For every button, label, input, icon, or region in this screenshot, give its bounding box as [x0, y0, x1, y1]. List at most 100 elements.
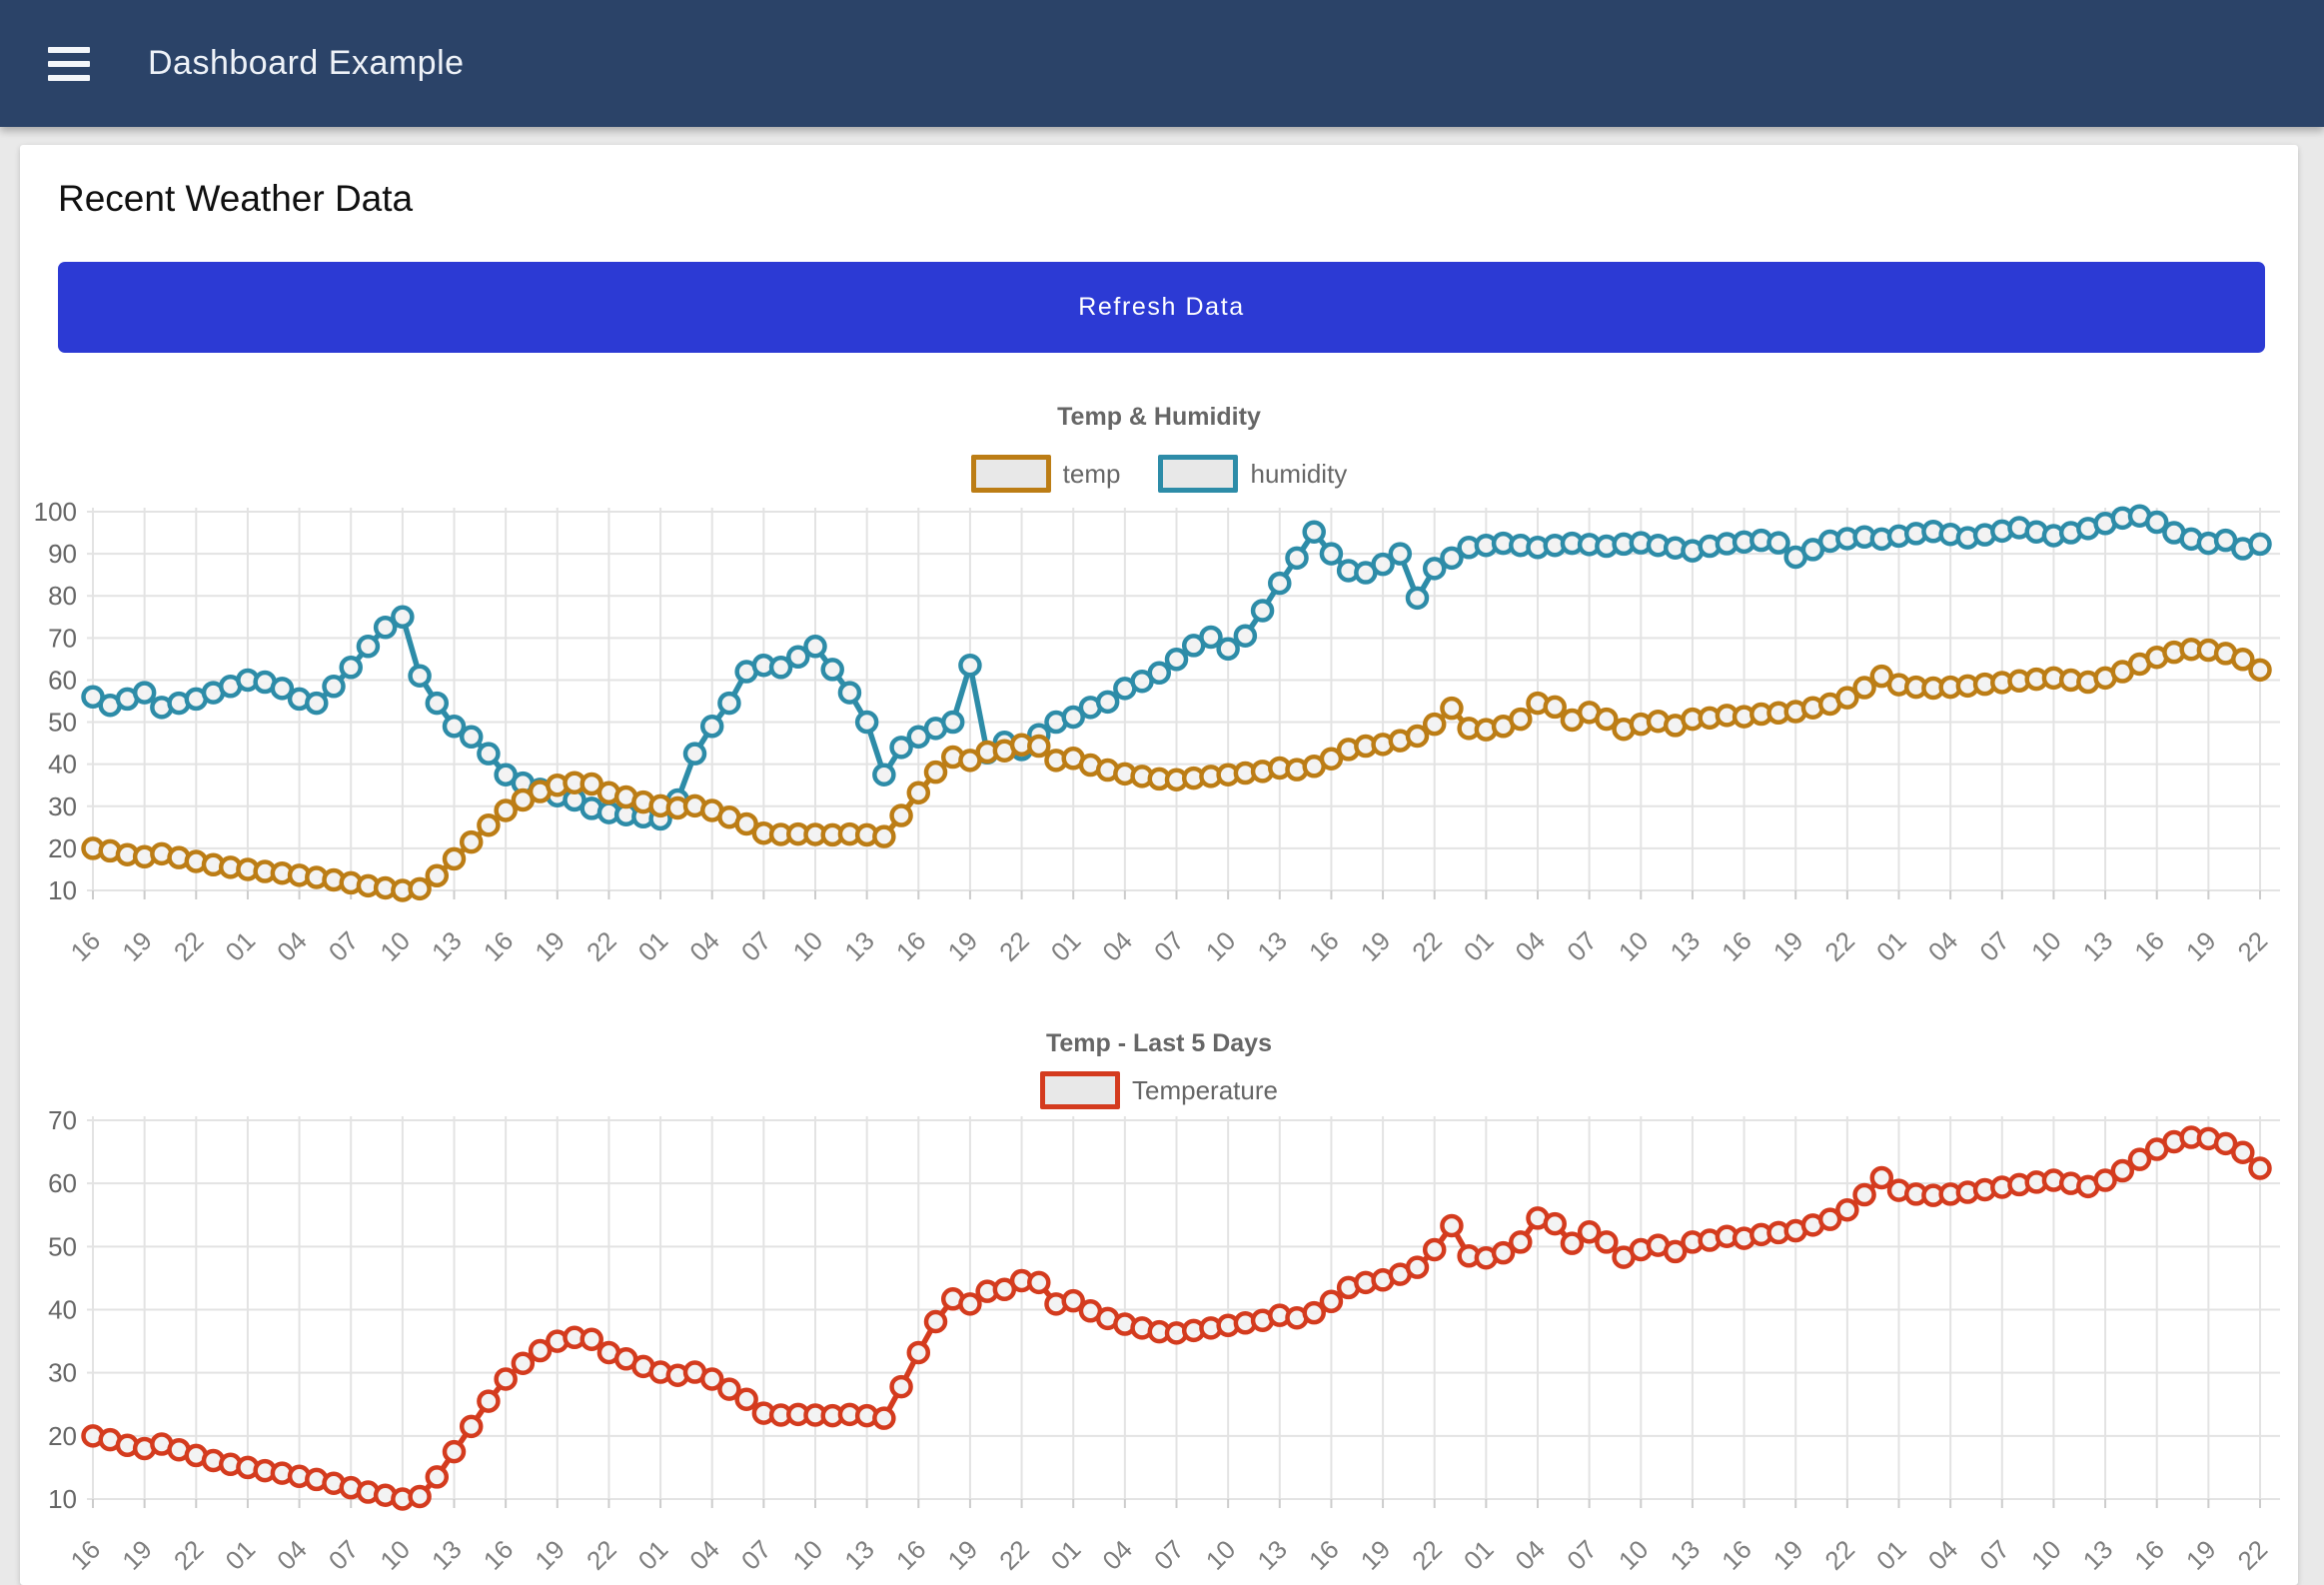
data-point-marker [857, 713, 876, 732]
x-tick-label: 13 [2077, 1534, 2119, 1576]
data-point-marker [1305, 523, 1324, 542]
x-tick-label: 22 [1406, 925, 1448, 967]
y-tick-label: 50 [48, 1231, 77, 1261]
data-point-marker [514, 1354, 533, 1373]
x-tick-label: 13 [838, 925, 880, 967]
data-point-marker [892, 1377, 911, 1396]
data-point-marker [1442, 1216, 1461, 1235]
x-tick-label: 16 [1716, 925, 1757, 967]
x-tick-label: 16 [890, 925, 932, 967]
x-tick-label: 19 [1767, 925, 1809, 967]
data-point-marker [1236, 627, 1255, 646]
legend-label: temp [1063, 459, 1121, 490]
x-tick-label: 13 [1665, 1534, 1707, 1576]
x-tick-label: 22 [168, 1534, 210, 1576]
data-point-marker [1546, 698, 1565, 717]
data-point-marker [1425, 715, 1444, 734]
chart1-title: Temp & Humidity [20, 403, 2298, 432]
data-point-marker [874, 1409, 893, 1428]
data-point-marker [960, 1294, 979, 1313]
x-tick-label: 19 [529, 1534, 571, 1576]
x-tick-label: 13 [1665, 925, 1707, 967]
data-point-marker [2251, 1159, 2270, 1178]
x-tick-label: 07 [1561, 925, 1603, 967]
x-tick-label: 10 [2025, 1534, 2067, 1576]
x-tick-label: 16 [478, 925, 520, 967]
data-point-marker [1029, 1273, 1048, 1292]
refresh-data-button[interactable]: Refresh Data [58, 262, 2265, 353]
data-point-marker [479, 745, 498, 764]
x-axis-labels: 1619220104071013161922010407101316192201… [65, 925, 2274, 967]
data-point-marker [1098, 693, 1117, 712]
data-point-marker [737, 1390, 756, 1409]
y-tick-label: 50 [48, 708, 77, 738]
x-tick-label: 16 [478, 1534, 520, 1576]
x-tick-label: 07 [735, 1534, 777, 1576]
x-tick-label: 04 [1096, 1534, 1138, 1576]
x-tick-label: 16 [1303, 925, 1345, 967]
data-point-marker [325, 677, 344, 696]
data-point-marker [840, 684, 859, 703]
data-point-marker [428, 1467, 447, 1486]
data-point-marker [1391, 545, 1410, 564]
legend-label: Temperature [1132, 1075, 1278, 1106]
data-point-marker [960, 656, 979, 675]
data-point-marker [874, 827, 893, 846]
data-point-marker [1408, 1258, 1427, 1277]
data-point-marker [1837, 1200, 1856, 1219]
data-point-marker [2233, 1143, 2252, 1162]
x-tick-label: 04 [1922, 1534, 1964, 1576]
data-point-marker [135, 684, 154, 703]
y-tick-label: 90 [48, 539, 77, 569]
x-tick-label: 01 [1870, 1534, 1912, 1576]
hamburger-menu-icon[interactable] [48, 47, 90, 81]
data-point-marker [393, 608, 412, 627]
data-point-marker [1511, 710, 1530, 729]
x-tick-label: 10 [787, 1534, 829, 1576]
hamburger-bar [48, 75, 90, 81]
x-tick-label: 19 [942, 1534, 984, 1576]
x-tick-label: 13 [2077, 925, 2119, 967]
data-point-marker [342, 658, 361, 677]
x-tick-label: 19 [2180, 925, 2222, 967]
app-header: Dashboard Example [0, 0, 2324, 127]
y-tick-label: 30 [48, 792, 77, 821]
page-title: Recent Weather Data [58, 178, 413, 220]
x-tick-label: 22 [2232, 925, 2274, 967]
x-tick-label: 19 [116, 925, 158, 967]
x-tick-label: 19 [1355, 1534, 1397, 1576]
data-point-marker [428, 866, 447, 885]
data-point-marker [1270, 574, 1289, 593]
data-point-marker [445, 1442, 464, 1461]
x-tick-label: 10 [1613, 925, 1655, 967]
data-point-marker [411, 1487, 430, 1506]
x-tick-label: 10 [374, 1534, 416, 1576]
legend-item-temp[interactable]: temp [971, 455, 1121, 493]
legend-item-humidity[interactable]: humidity [1158, 455, 1347, 493]
x-tick-label: 22 [1818, 925, 1860, 967]
y-tick-label: 70 [48, 623, 77, 653]
data-point-marker [1855, 1185, 1874, 1204]
x-tick-label: 04 [683, 925, 725, 967]
data-point-marker [1029, 737, 1048, 756]
x-tick-label: 10 [1200, 925, 1242, 967]
hamburger-bar [48, 61, 90, 67]
gridlines [87, 1116, 2280, 1508]
data-point-marker [874, 766, 893, 785]
x-tick-label: 01 [220, 925, 262, 967]
x-tick-label: 13 [1251, 925, 1293, 967]
x-tick-label: 04 [271, 925, 313, 967]
x-tick-label: 16 [65, 1534, 107, 1576]
x-tick-label: 19 [942, 925, 984, 967]
gridlines [87, 508, 2280, 899]
x-tick-label: 13 [426, 925, 468, 967]
x-tick-label: 01 [1045, 1534, 1087, 1576]
x-tick-label: 10 [1200, 1534, 1242, 1576]
data-point-marker [719, 694, 738, 713]
x-tick-label: 07 [1973, 1534, 2015, 1576]
x-tick-label: 13 [426, 1534, 468, 1576]
x-tick-label: 22 [581, 1534, 622, 1576]
x-tick-label: 13 [838, 1534, 880, 1576]
data-point-marker [702, 717, 721, 736]
data-point-marker [307, 694, 326, 713]
